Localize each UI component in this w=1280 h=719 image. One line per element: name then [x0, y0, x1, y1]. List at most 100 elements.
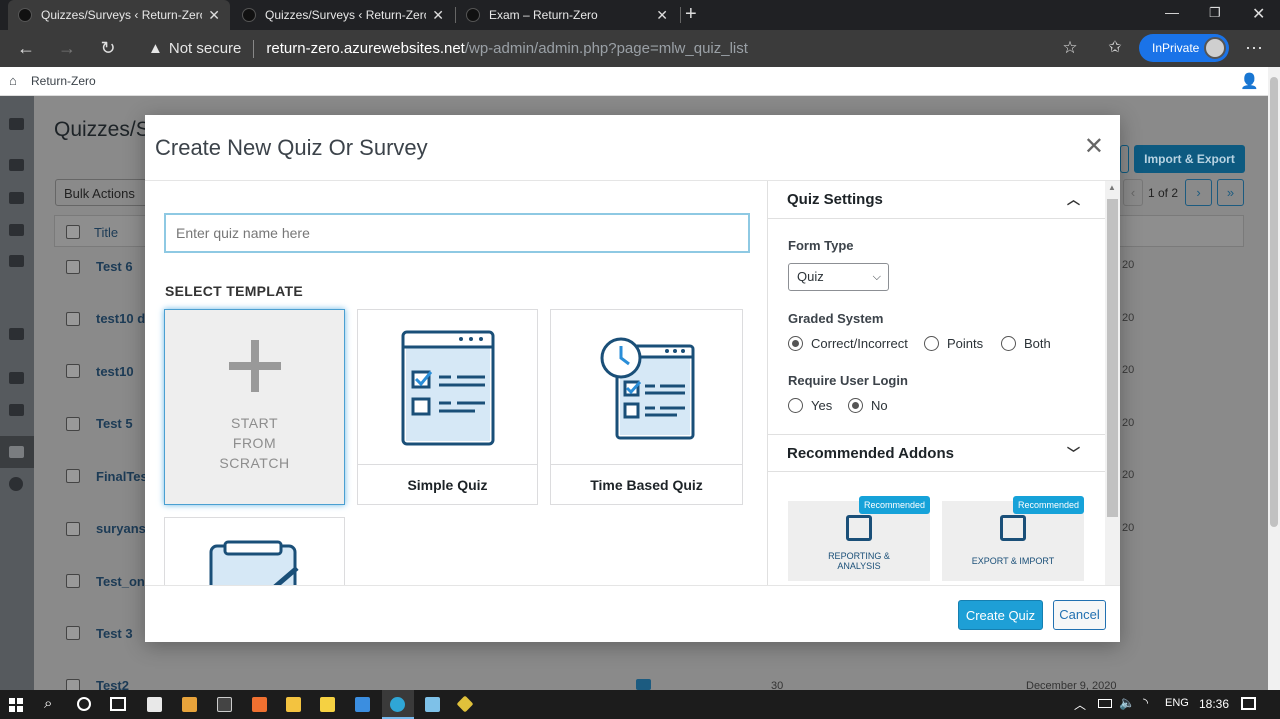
- store-icon[interactable]: [147, 697, 162, 712]
- tab-close-icon[interactable]: ✕: [656, 7, 668, 24]
- select-all-checkbox[interactable]: [66, 225, 80, 239]
- scrollbar-thumb[interactable]: [1270, 77, 1278, 527]
- bulk-actions-select[interactable]: Bulk Actions: [55, 179, 155, 206]
- git-icon[interactable]: [456, 695, 474, 713]
- table-row[interactable]: Test 6: [96, 259, 133, 274]
- radio-correct-incorrect[interactable]: Correct/Incorrect: [788, 336, 908, 351]
- template-simple-quiz[interactable]: Simple Quiz: [357, 309, 538, 505]
- new-tab-icon[interactable]: +: [685, 3, 697, 26]
- pages-icon[interactable]: [9, 224, 24, 236]
- radio-button[interactable]: [1001, 336, 1016, 351]
- row-checkbox[interactable]: [66, 522, 80, 536]
- table-row[interactable]: Test 5: [96, 416, 133, 431]
- folder-icon[interactable]: [9, 328, 24, 340]
- browser-tab[interactable]: Quizzes/Surveys ‹ Return-Zero – ✕: [8, 0, 230, 30]
- radio-points[interactable]: Points: [924, 336, 983, 351]
- addon-export-import[interactable]: Recommended EXPORT & IMPORT: [942, 496, 1084, 581]
- favorite-star-icon[interactable]: ☆: [1058, 36, 1082, 60]
- view-icon[interactable]: [636, 679, 651, 690]
- table-row[interactable]: Test_on: [96, 574, 145, 589]
- restore-icon[interactable]: ❐: [1209, 5, 1221, 21]
- radio-both[interactable]: Both: [1001, 336, 1051, 351]
- sticky-notes-icon[interactable]: [320, 697, 335, 712]
- template-time-based-quiz[interactable]: Time Based Quiz: [550, 309, 743, 505]
- radio-button[interactable]: [848, 398, 863, 413]
- users-icon[interactable]: [9, 372, 24, 384]
- row-checkbox[interactable]: [66, 364, 80, 378]
- file-explorer-icon[interactable]: [286, 697, 301, 712]
- favorites-list-icon[interactable]: ✩: [1103, 36, 1127, 60]
- more-options-icon[interactable]: ⋯: [1242, 36, 1266, 60]
- clock[interactable]: 18:36: [1199, 697, 1229, 711]
- search-icon[interactable]: ⌕: [44, 695, 52, 712]
- dashboard-icon[interactable]: [9, 118, 24, 130]
- import-export-button[interactable]: Import & Export: [1134, 145, 1245, 173]
- cortana-icon[interactable]: [77, 697, 91, 711]
- radio-login-yes[interactable]: Yes: [788, 398, 832, 413]
- prev-page-button[interactable]: ‹: [1123, 179, 1143, 206]
- chevron-down-icon[interactable]: ﹀: [1067, 435, 1080, 473]
- row-checkbox[interactable]: [66, 626, 80, 640]
- browser-tab[interactable]: Quizzes/Surveys ‹ Return-Zero – ✕: [232, 0, 454, 30]
- refresh-icon[interactable]: ↻: [96, 36, 120, 60]
- home-icon[interactable]: ⌂: [9, 73, 17, 88]
- app-icon[interactable]: [252, 697, 267, 712]
- row-checkbox[interactable]: [66, 260, 80, 274]
- radio-login-no[interactable]: No: [848, 398, 888, 413]
- battery-icon[interactable]: [1098, 699, 1112, 708]
- user-icon[interactable]: 👤: [1240, 72, 1259, 90]
- recommended-addons-header[interactable]: Recommended Addons ﹀: [768, 434, 1105, 472]
- row-checkbox[interactable]: [66, 312, 80, 326]
- radio-button[interactable]: [788, 336, 803, 351]
- site-name-link[interactable]: Return-Zero: [31, 74, 96, 88]
- chevron-up-icon[interactable]: ︿: [1067, 181, 1080, 219]
- window-close-icon[interactable]: ✕: [1252, 4, 1265, 24]
- radio-button[interactable]: [788, 398, 803, 413]
- terminal-icon[interactable]: [217, 697, 232, 712]
- notepad-icon[interactable]: [425, 697, 440, 712]
- language-indicator[interactable]: ENG: [1165, 697, 1189, 709]
- settings-scrollbar[interactable]: ▲: [1105, 181, 1120, 585]
- row-checkbox[interactable]: [66, 574, 80, 588]
- minimize-icon[interactable]: —: [1165, 4, 1179, 20]
- play-icon[interactable]: [9, 477, 23, 491]
- task-view-icon[interactable]: [110, 697, 126, 711]
- pin-icon[interactable]: [9, 159, 24, 171]
- create-quiz-button[interactable]: Create Quiz: [958, 600, 1043, 630]
- next-page-button[interactable]: ›: [1185, 179, 1212, 206]
- sublime-icon[interactable]: [182, 697, 197, 712]
- row-checkbox[interactable]: [66, 417, 80, 431]
- windows-start-icon[interactable]: [9, 698, 23, 712]
- add-new-button-edge[interactable]: [1120, 145, 1129, 173]
- forward-icon[interactable]: →: [55, 36, 79, 60]
- inprivate-button[interactable]: InPrivate: [1139, 34, 1229, 62]
- close-icon[interactable]: ✕: [1084, 135, 1104, 159]
- browser-tab[interactable]: Exam – Return-Zero ✕: [456, 0, 678, 30]
- table-row[interactable]: Test 3: [96, 626, 133, 641]
- last-page-button[interactable]: »: [1217, 179, 1244, 206]
- tools-icon[interactable]: [9, 404, 24, 416]
- tab-close-icon[interactable]: ✕: [432, 7, 444, 24]
- cancel-button[interactable]: Cancel: [1053, 600, 1106, 630]
- column-header-title[interactable]: Title: [94, 225, 118, 240]
- volume-icon[interactable]: 🔈: [1119, 695, 1135, 711]
- table-row[interactable]: test10: [96, 364, 134, 379]
- addon-reporting-analysis[interactable]: Recommended REPORTING & ANALYSIS: [788, 496, 930, 581]
- media-icon[interactable]: [9, 192, 24, 204]
- notifications-icon[interactable]: [1241, 697, 1256, 710]
- chevron-up-icon[interactable]: ︿: [1074, 696, 1086, 713]
- table-row[interactable]: FinalTest: [96, 469, 152, 484]
- row-checkbox[interactable]: [66, 469, 80, 483]
- wifi-icon[interactable]: ◝: [1143, 695, 1148, 711]
- comments-icon[interactable]: [9, 255, 24, 267]
- radio-button[interactable]: [924, 336, 939, 351]
- back-icon[interactable]: ←: [14, 36, 38, 60]
- quiz-settings-header[interactable]: Quiz Settings ︿: [768, 181, 1105, 219]
- template-clipboard[interactable]: [164, 517, 345, 585]
- form-type-select[interactable]: Quiz ⌵: [788, 263, 889, 291]
- scrollbar-thumb[interactable]: [1107, 199, 1118, 517]
- template-start-from-scratch[interactable]: START FROM SCRATCH: [164, 309, 345, 505]
- page-scrollbar[interactable]: [1268, 67, 1280, 690]
- tab-close-icon[interactable]: ✕: [208, 7, 220, 24]
- address-bar[interactable]: ▲ Not secure return-zero.azurewebsites.n…: [138, 34, 1098, 63]
